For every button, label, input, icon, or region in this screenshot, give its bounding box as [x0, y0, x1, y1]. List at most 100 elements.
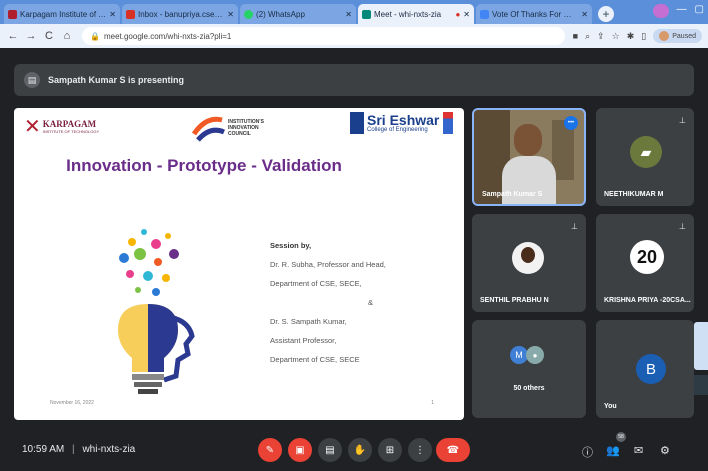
bookmark-star-icon[interactable]: ☆ [612, 31, 620, 42]
maximize-icon[interactable]: ▢ [695, 4, 704, 18]
camera-off-button[interactable]: ▣ [288, 438, 312, 462]
session-line: Assistant Professor, [270, 336, 337, 345]
tab-title: Meet - whi-nxts-zia [374, 9, 442, 19]
participant-tile-you[interactable]: B You [596, 320, 694, 418]
participant-name: SENTHIL PRABHU N [480, 297, 549, 304]
participant-name: Sampath Kumar S [482, 191, 543, 198]
tab-title: (2) WhatsApp [256, 9, 305, 19]
back-icon[interactable]: ← [6, 30, 20, 42]
hang-up-icon: ☎ [446, 444, 460, 456]
participant-tile-neethikumar[interactable]: ⊥ ▰ NEETHIKUMAR M [596, 108, 694, 206]
lock-icon[interactable]: 🔒 [90, 32, 100, 41]
lightbulb-head-illustration [118, 229, 195, 394]
participant-tile-others[interactable]: M ● 50 others [472, 320, 586, 418]
meeting-code: whi-nxts-zia [82, 444, 136, 455]
session-line: Department of CSE, SECE [270, 355, 360, 364]
side-panel-thumbnail[interactable] [694, 322, 708, 370]
participant-name: You [604, 403, 617, 410]
participant-tile-senthil[interactable]: ⊥ SENTHIL PRABHU N [472, 214, 586, 312]
forward-icon[interactable]: → [24, 30, 38, 42]
url-text: meet.google.com/whi-nxts-zia?pli=1 [103, 31, 232, 41]
participant-tile-sampath[interactable]: ••• Sampath Kumar S [472, 108, 586, 206]
presenting-text: Sampath Kumar S is presenting [48, 75, 185, 85]
iic-logo: INSTITUTION'S INNOVATION COUNCIL [192, 114, 272, 142]
browser-tab-strip: Karpagam Institute of Techno ✕ Inbox - b… [0, 0, 708, 24]
more-options-button[interactable]: ⋮ [408, 438, 432, 462]
zoom-icon[interactable]: ⌕ [585, 31, 590, 42]
reload-icon[interactable]: C [42, 30, 56, 42]
tab-title: Vote Of Thanks For Webinar [492, 9, 579, 19]
participant-name: NEETHIKUMAR M [604, 191, 664, 198]
tab-whatsapp[interactable]: (2) WhatsApp ✕ [240, 4, 356, 24]
speaking-indicator-icon: ••• [564, 116, 578, 130]
logo-mid-text: INSTITUTION'S INNOVATION COUNCIL [228, 119, 264, 137]
people-icon[interactable]: 👥 [606, 444, 620, 457]
pin-icon[interactable]: ⊥ [679, 116, 686, 125]
chat-icon[interactable]: ✉ [634, 444, 643, 457]
profile-button[interactable]: Paused [653, 29, 702, 43]
home-icon[interactable]: ⌂ [60, 30, 74, 42]
session-line: Dr. R. Subha, Professor and Head, [270, 260, 386, 269]
sidepanel-icon[interactable]: ▯ [641, 31, 646, 42]
info-icon[interactable]: ⓘ [582, 444, 593, 460]
session-line: Department of CSE, SECE, [270, 279, 362, 288]
leave-call-button[interactable]: ☎ [436, 438, 470, 462]
new-tab-button[interactable]: + [598, 6, 614, 22]
participant-count-badge: 58 [616, 432, 626, 442]
tab-search-button[interactable] [652, 4, 669, 18]
side-panel-thumbnail[interactable] [694, 375, 708, 395]
tab-karpagam[interactable]: Karpagam Institute of Techno ✕ [4, 4, 120, 24]
sri-eshwar-logo-icon [350, 112, 364, 134]
close-icon[interactable]: ✕ [463, 10, 470, 19]
session-line: Dr. S. Sampath Kumar, [270, 317, 347, 326]
session-heading: Session by, [270, 241, 312, 250]
pin-icon[interactable]: ⊥ [571, 222, 578, 231]
separator: | [72, 444, 75, 455]
raise-hand-button[interactable]: ✋ [348, 438, 372, 462]
close-icon[interactable]: ✕ [581, 10, 588, 19]
logo-right-title: Sri Eshwar [367, 112, 440, 128]
mic-off-button[interactable]: ✎ [258, 438, 282, 462]
meet-icon [362, 9, 371, 19]
iic-logo-icon [192, 116, 225, 142]
present-icon: ⊞ [385, 444, 395, 456]
slide-page-number: 1 [431, 400, 434, 406]
address-toolbar: ← → C ⌂ 🔒 meet.google.com/whi-nxts-zia?p… [0, 24, 708, 48]
participant-name: KRISHNA PRIYA -20CSA... [604, 297, 691, 304]
share-icon[interactable]: ⇪ [597, 31, 605, 42]
tab-meet[interactable]: Meet - whi-nxts-zia ● ✕ [358, 4, 474, 24]
karpagam-logo-icon: ✕ [24, 116, 41, 138]
presenting-banner: ▤ Sampath Kumar S is presenting [14, 64, 694, 96]
avatar: B [636, 354, 666, 384]
pin-icon[interactable]: ⊥ [679, 222, 686, 231]
captions-icon: ▤ [325, 444, 335, 456]
present-screen-icon: ▤ [24, 72, 40, 88]
profile-label: Paused [672, 32, 696, 40]
present-button[interactable]: ⊞ [378, 438, 402, 462]
extensions-icon[interactable]: ✱ [627, 31, 635, 42]
captions-button[interactable]: ▤ [318, 438, 342, 462]
karpagam-logo: ✕ KARPAGAM INSTITUTE OF TECHNOLOGY [24, 114, 99, 139]
close-icon[interactable]: ✕ [345, 10, 352, 19]
window-controls: — ▢ [652, 4, 704, 18]
url-field[interactable]: 🔒 meet.google.com/whi-nxts-zia?pli=1 [82, 27, 565, 45]
whatsapp-icon [244, 9, 253, 19]
avatar [659, 31, 670, 41]
close-icon[interactable]: ✕ [109, 10, 116, 19]
activities-icon[interactable]: ⚙ [660, 444, 670, 457]
close-icon[interactable]: ✕ [227, 10, 234, 19]
more-vert-icon: ⋮ [415, 444, 425, 456]
person-head [521, 247, 535, 263]
participant-tile-krishna[interactable]: ⊥ 20 KRISHNA PRIYA -20CSA... [596, 214, 694, 312]
recording-dot-icon: ● [455, 9, 461, 19]
logo-left-title: KARPAGAM [42, 119, 97, 129]
avatar [512, 242, 544, 274]
slide-date: November 16, 2022 [50, 400, 94, 406]
tab-inbox[interactable]: Inbox - banupriya.cse@karpa ✕ [122, 4, 238, 24]
camera-icon[interactable]: ■ [573, 31, 578, 41]
toolbar-icons: ■ ⌕ ⇪ ☆ ✱ ▯ Paused [573, 29, 702, 43]
tab-vote-of-thanks[interactable]: Vote Of Thanks For Webinar ✕ [476, 4, 592, 24]
gmail-icon [126, 9, 135, 19]
minimize-icon[interactable]: — [677, 4, 687, 18]
mic-off-icon: ✎ [265, 444, 275, 456]
